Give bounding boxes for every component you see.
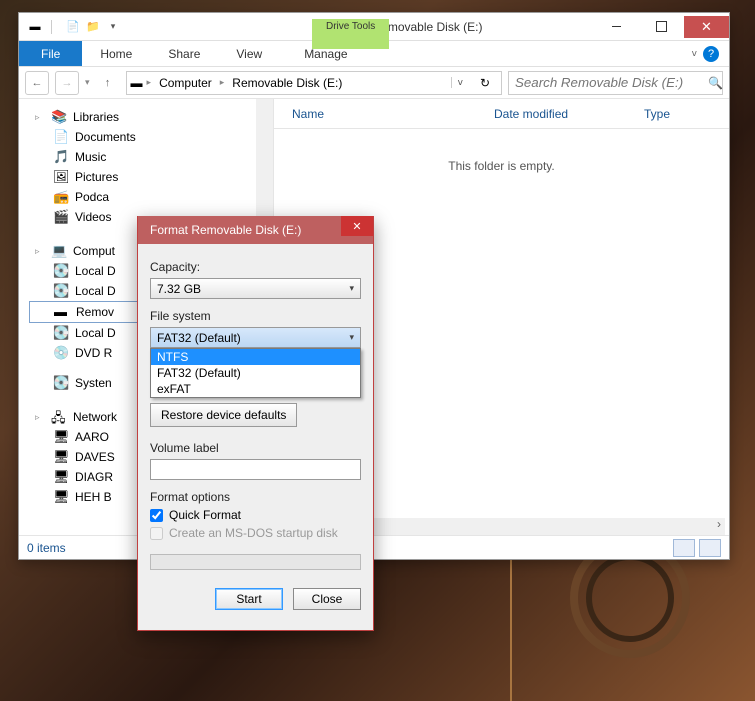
- drive-icon: ▬: [131, 76, 143, 90]
- address-dropdown-icon[interactable]: ⅴ: [451, 77, 469, 88]
- explorer-window: ▬ 📄 📁 ▾ Drive Tools Removable Disk (E:) …: [18, 12, 730, 560]
- tab-share[interactable]: Share: [150, 41, 218, 66]
- chevron-down-icon: ▾: [349, 283, 354, 294]
- search-icon[interactable]: 🔍: [700, 76, 731, 90]
- volume-label-input[interactable]: [150, 459, 361, 480]
- nav-history-dropdown[interactable]: ▾: [85, 77, 90, 88]
- tree-podcasts[interactable]: 📻Podca: [29, 187, 269, 207]
- close-window-button[interactable]: [684, 16, 729, 38]
- restore-defaults-button[interactable]: Restore device defaults: [150, 403, 297, 427]
- search-input[interactable]: [509, 75, 700, 90]
- nav-forward-button[interactable]: →: [55, 71, 79, 95]
- address-bar[interactable]: ▬ ▸ Computer ▸ Removable Disk (E:) ⅴ ↻: [126, 71, 502, 95]
- view-details-button[interactable]: [673, 539, 695, 557]
- tab-view[interactable]: View: [218, 41, 280, 66]
- nav-back-button[interactable]: ←: [25, 71, 49, 95]
- empty-folder-text: This folder is empty.: [274, 129, 729, 173]
- refresh-button[interactable]: ↻: [473, 76, 497, 90]
- status-bar: 0 items: [19, 535, 729, 559]
- filesystem-label: File system: [150, 309, 361, 323]
- col-type[interactable]: Type: [644, 107, 729, 121]
- dialog-title[interactable]: Format Removable Disk (E:) ✕: [138, 216, 373, 244]
- qat-newfolder-icon[interactable]: 📁: [85, 19, 101, 35]
- qat-dropdown-icon[interactable]: ▾: [105, 19, 121, 35]
- fs-option-fat32[interactable]: FAT32 (Default): [151, 365, 360, 381]
- capacity-label: Capacity:: [150, 260, 361, 274]
- col-name[interactable]: Name: [274, 107, 494, 121]
- tree-documents[interactable]: 📄Documents: [29, 127, 269, 147]
- navigation-bar: ← → ▾ ↑ ▬ ▸ Computer ▸ Removable Disk (E…: [19, 67, 729, 99]
- column-headers[interactable]: Name Date modified Type: [274, 99, 729, 129]
- close-button[interactable]: Close: [293, 588, 361, 610]
- tab-file[interactable]: File: [19, 41, 82, 66]
- fs-option-ntfs[interactable]: NTFS: [151, 349, 360, 365]
- tree-music[interactable]: 🎵Music: [29, 147, 269, 167]
- tree-pictures[interactable]: 🖼Pictures: [29, 167, 269, 187]
- fs-option-exfat[interactable]: exFAT: [151, 381, 360, 397]
- help-icon[interactable]: ?: [703, 46, 719, 62]
- capacity-select[interactable]: 7.32 GB▾: [150, 278, 361, 299]
- format-progress-bar: [150, 554, 361, 570]
- dialog-close-button[interactable]: ✕: [341, 216, 373, 236]
- maximize-button[interactable]: [639, 16, 684, 38]
- msdos-startup-row: Create an MS-DOS startup disk: [150, 526, 361, 540]
- titlebar: ▬ 📄 📁 ▾ Drive Tools Removable Disk (E:): [19, 13, 729, 41]
- format-options-label: Format options: [150, 490, 361, 504]
- start-button[interactable]: Start: [215, 588, 283, 610]
- status-item-count: 0 items: [27, 541, 66, 555]
- quick-format-row[interactable]: Quick Format: [150, 508, 361, 522]
- quick-format-checkbox[interactable]: [150, 509, 163, 522]
- filesystem-dropdown: NTFS FAT32 (Default) exFAT: [150, 348, 361, 398]
- filesystem-select[interactable]: FAT32 (Default)▾: [150, 327, 361, 348]
- minimize-button[interactable]: [594, 16, 639, 38]
- nav-up-button[interactable]: ↑: [96, 71, 120, 95]
- breadcrumb-disk[interactable]: Removable Disk (E:): [228, 76, 346, 90]
- volume-label-label: Volume label: [150, 441, 361, 455]
- view-thumbnails-button[interactable]: [699, 539, 721, 557]
- breadcrumb-computer[interactable]: Computer: [155, 76, 216, 90]
- format-dialog: Format Removable Disk (E:) ✕ Capacity: 7…: [137, 216, 374, 631]
- tab-home[interactable]: Home: [82, 41, 150, 66]
- search-box[interactable]: 🔍: [508, 71, 723, 95]
- ribbon-collapse-icon[interactable]: ⅴ: [692, 48, 697, 59]
- col-date[interactable]: Date modified: [494, 107, 644, 121]
- qat-properties-icon[interactable]: 📄: [65, 19, 81, 35]
- drive-icon: ▬: [27, 19, 43, 35]
- chevron-down-icon: ▾: [349, 332, 354, 343]
- msdos-startup-checkbox: [150, 527, 163, 540]
- contextual-tab-drive-tools: Drive Tools: [312, 19, 389, 49]
- tree-libraries[interactable]: ▹📚Libraries: [29, 107, 269, 127]
